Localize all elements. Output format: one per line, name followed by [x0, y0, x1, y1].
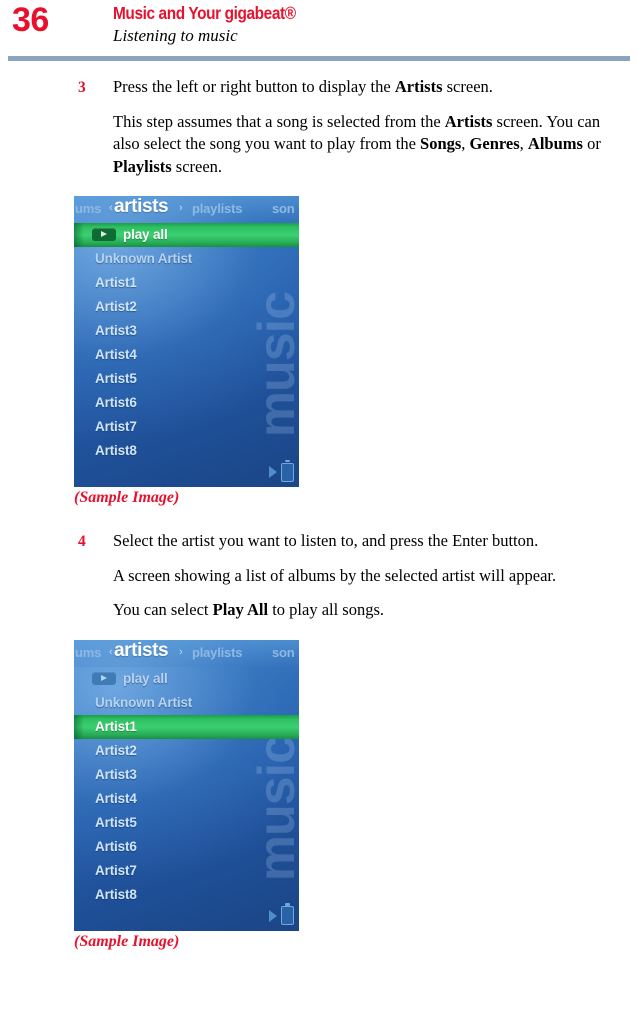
step-3-paragraph-1: Press the left or right button to displa…: [113, 77, 493, 96]
device-screenshot-artists-playall: music ums ‹ artists › playlists son play…: [74, 196, 299, 487]
list-item[interactable]: Artist4: [74, 787, 299, 811]
header-titles: Music and Your gigabeat® Listening to mu…: [113, 3, 321, 47]
list-item[interactable]: Artist8: [74, 439, 299, 463]
header-divider: [8, 56, 630, 61]
device-tabbar: ums ‹ artists › playlists son: [74, 639, 299, 667]
list-item-label: Artist8: [95, 443, 137, 458]
list-item[interactable]: Artist1: [74, 271, 299, 295]
tab-playlists[interactable]: playlists: [192, 201, 242, 216]
status-icons: [269, 903, 294, 925]
page-number: 36: [12, 1, 49, 39]
artist-list: play all Unknown Artist Artist1 Artist2 …: [74, 667, 299, 907]
tab-playlists[interactable]: playlists: [192, 645, 242, 660]
list-item[interactable]: Artist5: [74, 811, 299, 835]
list-item-label: Artist1: [95, 718, 137, 734]
tab-artists[interactable]: artists: [114, 640, 169, 662]
list-item-label: Artist6: [95, 395, 137, 410]
list-item[interactable]: Artist6: [74, 391, 299, 415]
step-number: 4: [78, 533, 86, 550]
list-item-label: Artist4: [95, 347, 137, 362]
list-item-label: Artist7: [95, 419, 137, 434]
list-item-label: play all: [123, 227, 168, 242]
list-item-play-all[interactable]: play all: [74, 223, 299, 247]
tab-albums[interactable]: ums: [75, 645, 101, 660]
status-icons: [269, 459, 294, 482]
list-item-label: Artist7: [95, 862, 137, 878]
list-item-selected[interactable]: Artist1: [74, 714, 299, 739]
step-4-paragraph-3: You can select Play All to play all song…: [113, 600, 385, 619]
list-item[interactable]: Artist7: [74, 859, 299, 883]
page-content: 3 Press the left or right button to disp…: [0, 76, 638, 952]
play-icon: [92, 228, 116, 241]
play-status-icon: [269, 466, 277, 478]
list-item-label: Artist5: [95, 814, 137, 830]
battery-icon: [281, 459, 294, 482]
list-item[interactable]: Unknown Artist: [74, 247, 299, 271]
artist-list: play all Unknown Artist Artist1 Artist2 …: [74, 223, 299, 463]
tab-albums[interactable]: ums: [75, 201, 101, 216]
list-item[interactable]: Artist5: [74, 367, 299, 391]
book-title: Music and Your gigabeat®: [113, 3, 296, 23]
chevron-right-icon[interactable]: ›: [179, 202, 183, 214]
play-status-icon: [269, 909, 277, 922]
figure-caption: (Sample Image): [74, 489, 180, 506]
list-item-label: Artist3: [95, 323, 137, 338]
list-item[interactable]: Artist8: [74, 883, 299, 907]
list-item[interactable]: Unknown Artist: [74, 691, 299, 715]
list-item-label: Artist3: [95, 766, 137, 782]
figure-caption: (Sample Image): [74, 932, 180, 950]
list-item-label: Artist2: [95, 299, 137, 314]
list-item-label: Artist1: [95, 275, 137, 290]
tab-songs[interactable]: son: [272, 645, 295, 660]
section-title: Listening to music: [113, 26, 238, 45]
list-item[interactable]: Artist7: [74, 415, 299, 439]
step-4-paragraph-1: Select the artist you want to listen to,…: [113, 531, 539, 550]
play-icon: [92, 671, 116, 685]
list-item-label: Artist2: [95, 742, 137, 758]
step-3: 3 Press the left or right button to disp…: [0, 76, 638, 178]
list-item-label: Artist6: [95, 838, 137, 854]
step-number: 3: [78, 79, 86, 96]
list-item-label: Unknown Artist: [95, 694, 193, 710]
list-item-label: Artist4: [95, 790, 137, 806]
list-item[interactable]: Artist4: [74, 343, 299, 367]
page-header: 36 Music and Your gigabeat® Listening to…: [0, 0, 638, 62]
list-item-label: Artist8: [95, 886, 137, 902]
step-4-paragraph-2: A screen showing a list of albums by the…: [113, 565, 557, 585]
list-item-label: Unknown Artist: [95, 251, 193, 266]
list-item[interactable]: Artist3: [74, 319, 299, 343]
step-4: 4 Select the artist you want to listen t…: [0, 530, 638, 622]
list-item-play-all[interactable]: play all: [74, 667, 299, 691]
list-item[interactable]: Artist2: [74, 739, 299, 763]
device-tabbar: ums ‹ artists › playlists son: [74, 196, 299, 223]
step-3-paragraph-2: This step assumes that a song is selecte…: [113, 111, 601, 176]
chevron-right-icon[interactable]: ›: [179, 646, 183, 658]
list-item[interactable]: Artist3: [74, 763, 299, 787]
list-item-label: play all: [123, 670, 168, 686]
list-item[interactable]: Artist2: [74, 295, 299, 319]
list-item[interactable]: Artist6: [74, 835, 299, 859]
chevron-left-icon[interactable]: ‹: [109, 202, 113, 214]
tab-songs[interactable]: son: [272, 201, 295, 216]
battery-icon: [281, 903, 294, 925]
device-screenshot-artists-artist1: music ums ‹ artists › playlists son play…: [74, 639, 299, 931]
chevron-left-icon[interactable]: ‹: [109, 646, 113, 658]
list-item-label: Artist5: [95, 371, 137, 386]
tab-artists[interactable]: artists: [114, 196, 169, 218]
